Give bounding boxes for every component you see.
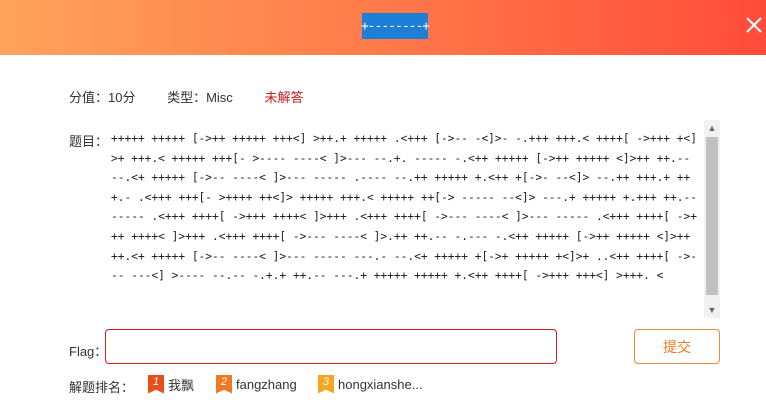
ranking-item-3[interactable]: 3 hongxianshe... bbox=[318, 374, 423, 394]
rank-badge-icon: 2 bbox=[216, 374, 232, 394]
rank-badge-icon: 3 bbox=[318, 374, 334, 394]
ranking-name: hongxianshe... bbox=[338, 376, 423, 392]
status-badge: 未解答 bbox=[264, 90, 304, 105]
ranking-label: 解题排名： bbox=[69, 380, 135, 395]
flag-input[interactable] bbox=[105, 329, 557, 364]
ranking-name: 我飘 bbox=[168, 377, 195, 393]
ranking-item-2[interactable]: 2 fangzhang bbox=[216, 374, 297, 394]
score-text: 分值：10分 bbox=[69, 90, 136, 105]
close-icon[interactable] bbox=[744, 15, 764, 35]
submit-button[interactable]: 提交 bbox=[634, 329, 720, 364]
flag-label: Flag： bbox=[69, 344, 108, 359]
question-label: 题目： bbox=[69, 134, 109, 149]
challenge-title: +--------+ bbox=[361, 13, 430, 39]
ranking-name: fangzhang bbox=[236, 376, 297, 392]
question-scrollbar[interactable]: ▲ ▼ bbox=[704, 120, 720, 318]
challenge-meta: 分值：10分 类型：Misc 未解答 bbox=[69, 87, 331, 106]
ranking-item-1[interactable]: 1 我飘 bbox=[148, 374, 194, 394]
question-text: +++++ +++++ [->++ +++++ +++<] >++.+ ++++… bbox=[111, 132, 704, 283]
type-text: 类型：Misc bbox=[167, 90, 233, 105]
modal-header: +--------+ bbox=[0, 0, 766, 55]
rank-badge-icon: 1 bbox=[148, 374, 164, 394]
chevron-up-icon[interactable]: ▲ bbox=[704, 120, 720, 136]
scrollbar-thumb[interactable] bbox=[706, 137, 718, 295]
chevron-down-icon[interactable]: ▼ bbox=[704, 302, 720, 318]
question-content[interactable]: +++++ +++++ [->++ +++++ +++<] >++.+ ++++… bbox=[109, 120, 721, 318]
